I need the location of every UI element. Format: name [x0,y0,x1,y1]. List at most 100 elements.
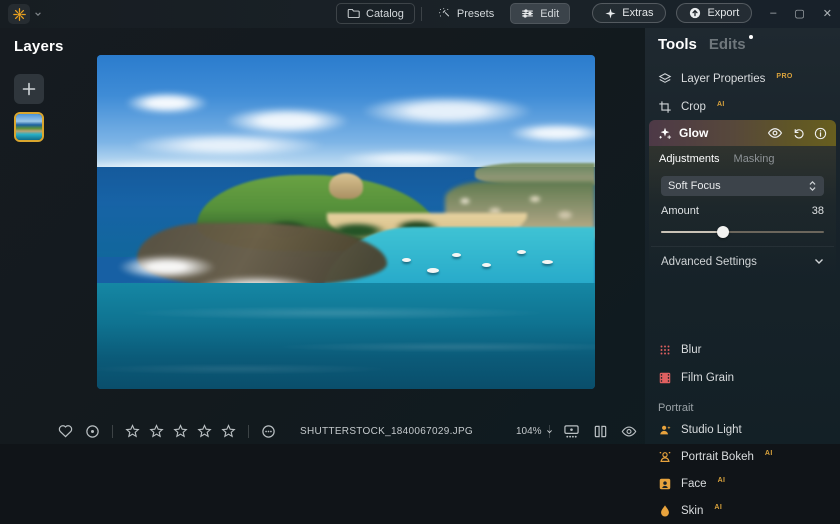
magic-wand-icon [438,7,451,20]
boat [542,260,553,264]
canvas-area [90,28,645,418]
boat [427,268,439,273]
star-icon[interactable] [149,424,164,438]
tool-studio-light[interactable]: Studio Light [645,416,840,443]
advanced-settings-toggle[interactable]: Advanced Settings [651,246,834,276]
bottombar-divider [549,425,550,438]
tab-edits[interactable]: Edits [709,36,746,53]
zoom-level-label: 104% [516,426,542,437]
glow-reset-button[interactable] [792,127,805,140]
zoom-control[interactable]: 104% [516,426,553,437]
glow-header[interactable]: Glow [649,120,836,146]
info-icon [814,127,827,140]
tool-skin[interactable]: Skin AI [645,497,840,524]
app-logo[interactable] [8,4,30,24]
tool-face[interactable]: Face AI [645,470,840,497]
glow-tab-masking[interactable]: Masking [734,153,775,165]
tab-presets[interactable]: Presets [428,4,504,23]
reject-flag-icon[interactable] [85,424,100,439]
logo-chevron-down-icon[interactable] [34,10,42,18]
select-chevrons-icon [808,180,817,192]
tool-label: Blur [681,344,701,356]
layer-thumbnail[interactable] [14,112,44,142]
pro-badge: PRO [776,73,792,80]
star-icon[interactable] [125,424,140,438]
photo-deep-water [97,283,595,389]
tool-portrait-bokeh[interactable]: Portrait Bokeh AI [645,443,840,470]
tools-panel: Tools Edits Layer Properties PRO Crop AI [645,28,840,444]
glow-tool-card: Glow [649,120,836,276]
star-rating[interactable] [125,424,236,438]
tool-layer-properties[interactable]: Layer Properties PRO [645,65,840,93]
star-icon[interactable] [173,424,188,438]
glow-tab-adjustments[interactable]: Adjustments [659,153,720,165]
film-grain-icon [658,371,672,385]
more-options-icon[interactable] [261,424,276,439]
luminar-star-icon [13,8,26,21]
add-layer-button[interactable] [14,74,44,104]
glow-amount-fill [661,231,723,233]
skin-icon [658,504,672,518]
glow-amount-thumb[interactable] [717,226,729,238]
preview-eye-icon[interactable] [621,425,637,438]
glow-amount-slider[interactable] [661,226,824,238]
studio-light-icon [658,423,672,437]
glow-type-dropdown[interactable]: Soft Focus [661,176,824,196]
tab-edits-label: Edits [709,36,746,53]
glow-type-value: Soft Focus [668,180,721,192]
tool-label: Crop [681,101,706,113]
advanced-settings-label: Advanced Settings [661,256,757,268]
tab-edit[interactable]: Edit [510,3,570,24]
layer-thumbnail-image [16,114,42,140]
close-button[interactable]: ✕ [823,7,832,20]
face-icon [658,477,672,491]
star-icon[interactable] [221,424,236,438]
filmstrip-view-icon[interactable] [563,424,580,439]
tab-edit-label: Edit [540,8,559,20]
sparkle-icon [605,8,616,19]
before-after-compare-icon[interactable] [593,424,608,439]
bottombar-divider [112,425,113,438]
glow-amount-label: Amount [661,205,699,217]
chevron-down-icon [814,258,824,265]
glow-icon [658,126,672,140]
extras-label: Extras [622,7,653,19]
export-label: Export [707,7,739,19]
blur-icon [658,343,672,357]
tool-label: Skin [681,505,703,517]
tool-label: Face [681,478,707,490]
layers-icon [658,72,672,86]
boat [482,263,491,267]
tab-presets-label: Presets [457,8,494,20]
export-icon [689,7,701,19]
photo-cliff [329,173,363,199]
tool-blur[interactable]: Blur [645,336,840,364]
boat [517,250,526,254]
star-icon[interactable] [197,424,212,438]
boat [402,258,411,262]
favorite-heart-icon[interactable] [58,424,73,438]
glow-info-button[interactable] [814,127,827,140]
tab-tools[interactable]: Tools [658,36,697,53]
top-bar: Catalog Presets E [0,0,840,28]
plus-icon [21,81,37,97]
bottombar-divider [248,425,249,438]
tab-catalog[interactable]: Catalog [336,3,415,24]
photo-preview[interactable] [97,55,595,389]
undo-icon [792,127,805,140]
extras-button[interactable]: Extras [592,3,666,23]
tool-label: Film Grain [681,372,734,384]
export-button[interactable]: Export [676,3,752,23]
tool-crop[interactable]: Crop AI [645,93,840,121]
tool-label: Layer Properties [681,73,765,85]
minimize-button[interactable]: – [770,7,776,19]
tool-label: Portrait Bokeh [681,451,754,463]
maximize-button[interactable]: ▢ [794,7,804,20]
layers-panel: Layers [0,28,90,418]
portrait-bokeh-icon [658,450,672,464]
edits-notification-dot [749,35,753,39]
glow-visibility-toggle[interactable] [767,127,783,139]
folder-icon [347,7,360,20]
tool-film-grain[interactable]: Film Grain [645,364,840,392]
glow-amount-value: 38 [812,205,824,217]
